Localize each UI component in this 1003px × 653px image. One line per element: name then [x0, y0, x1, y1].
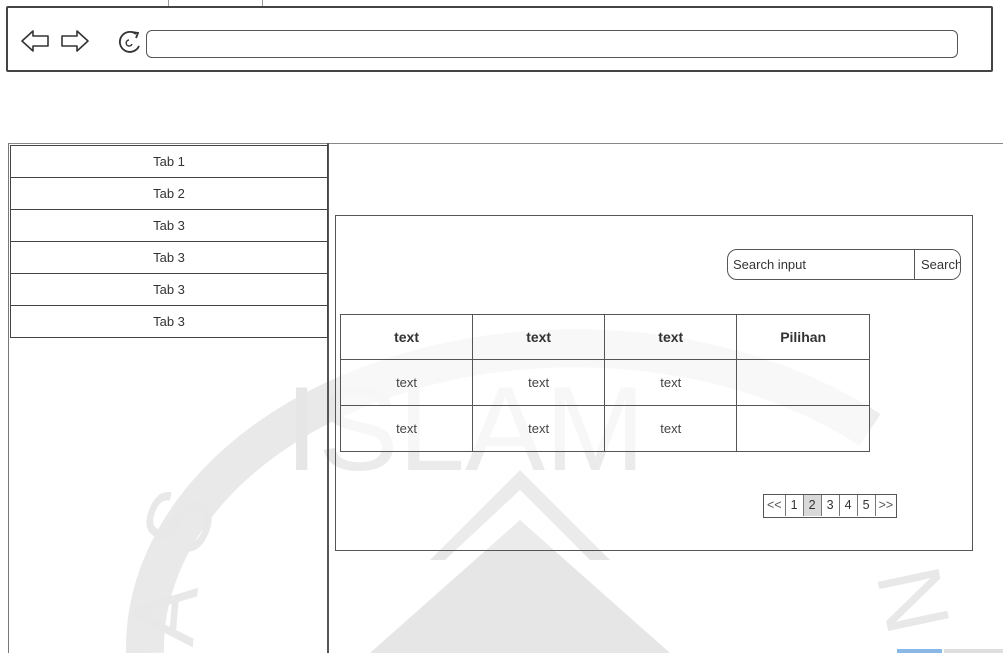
- content-panel: Search text text text Pilihan text text …: [335, 215, 973, 551]
- page-4-button[interactable]: 4: [840, 495, 858, 516]
- forward-arrow-icon[interactable]: [60, 28, 90, 54]
- table-cell: text: [339, 405, 474, 452]
- page-1-button[interactable]: 1: [786, 495, 804, 516]
- tab-3[interactable]: Tab 3: [10, 209, 328, 242]
- table-row: text text text: [339, 359, 870, 406]
- prev-page-button[interactable]: <<: [764, 495, 786, 516]
- column-header: text: [472, 314, 606, 360]
- page-2-button[interactable]: 2: [803, 495, 822, 516]
- table-cell: text: [604, 405, 738, 452]
- tab-2[interactable]: Tab 2: [10, 177, 328, 210]
- tab-3[interactable]: Tab 3: [10, 305, 328, 338]
- page-3-button[interactable]: 3: [822, 495, 840, 516]
- data-table: text text text Pilihan text text text te…: [339, 314, 870, 452]
- watermark-arc-letter: N: [857, 558, 968, 642]
- left-border: [8, 143, 9, 653]
- search-input[interactable]: [728, 250, 914, 279]
- header-divider: [8, 143, 1003, 144]
- tab-1[interactable]: Tab 1: [10, 145, 328, 178]
- column-header: text: [604, 314, 738, 360]
- next-page-button[interactable]: >>: [876, 495, 897, 516]
- actions-cell[interactable]: [736, 405, 870, 452]
- table-cell: text: [604, 359, 738, 406]
- sidebar-nav: Tab 1 Tab 2 Tab 3 Tab 3 Tab 3 Tab 3: [10, 145, 328, 338]
- watermark-arc-letter: A: [113, 581, 218, 650]
- table-row: text text text: [339, 405, 870, 452]
- tab-3[interactable]: Tab 3: [10, 241, 328, 274]
- browser-toolbar: [6, 6, 993, 72]
- table-header-row: text text text Pilihan: [339, 314, 870, 360]
- column-header-pilihan: Pilihan: [736, 314, 870, 360]
- reload-icon[interactable]: [116, 28, 144, 54]
- back-arrow-icon[interactable]: [20, 28, 50, 54]
- actions-cell[interactable]: [736, 359, 870, 406]
- search-button[interactable]: Search: [914, 250, 960, 279]
- page-5-button[interactable]: 5: [858, 495, 876, 516]
- table-cell: text: [472, 405, 606, 452]
- corner-block: [944, 649, 1003, 653]
- column-header: text: [339, 314, 474, 360]
- pagination: << 1 2 3 4 5 >>: [763, 494, 898, 518]
- table-cell: text: [472, 359, 606, 406]
- address-bar[interactable]: [146, 30, 958, 58]
- table-cell: text: [339, 359, 474, 406]
- watermark-arc-letter: S: [122, 475, 237, 568]
- search-bar: Search: [727, 249, 961, 280]
- tab-3[interactable]: Tab 3: [10, 273, 328, 306]
- corner-accent: [897, 649, 942, 653]
